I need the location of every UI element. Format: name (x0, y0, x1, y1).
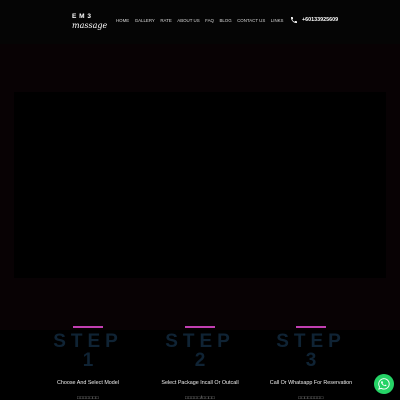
whatsapp-button[interactable] (374, 374, 394, 394)
logo-text-top: E M 3 (72, 13, 92, 20)
nav-about-us[interactable]: ABOUT US (177, 18, 199, 24)
step-description: Select Package Incall Or Outcall (161, 380, 239, 386)
phone-number: +60133925609 (302, 17, 339, 23)
step-accent-bar (296, 326, 326, 328)
nav-gallery[interactable]: GALLERY (135, 18, 155, 24)
phone-link[interactable]: +60133925609 (290, 16, 338, 24)
step-accent-bar (73, 326, 103, 328)
main-nav: HOME GALLERY RATE ABOUT US FAQ BLOG CONT… (116, 18, 283, 24)
hero-media (14, 92, 386, 278)
nav-contact-us[interactable]: CONTACT US (237, 18, 265, 24)
step-subtext: □□□□□□□ (76, 395, 100, 400)
step-subtext: □□□□□/□□□□ (184, 395, 216, 400)
logo-text-bottom: massage (72, 21, 108, 30)
nav-blog[interactable]: BLOG (219, 18, 231, 24)
phone-icon (291, 17, 297, 23)
step-1: STEP 1 Choose And Select Model □□□□□□□ (28, 326, 148, 400)
nav-faq[interactable]: FAQ (205, 18, 214, 24)
step-number: 2 (194, 350, 206, 371)
hero-section (0, 44, 400, 330)
nav-rate[interactable]: RATE (160, 18, 171, 24)
step-description: Call Or Whatsapp For Reservation (269, 380, 353, 386)
step-word: STEP (53, 331, 123, 352)
step-number: 1 (82, 350, 94, 371)
step-accent-bar (185, 326, 215, 328)
site-logo[interactable]: E M 3 massage (72, 13, 112, 31)
step-number: 3 (305, 350, 317, 371)
nav-home[interactable]: HOME (116, 18, 129, 24)
step-description: Choose And Select Model (56, 380, 120, 386)
step-2: STEP 2 Select Package Incall Or Outcall … (140, 326, 260, 400)
step-word: STEP (165, 331, 235, 352)
whatsapp-icon (378, 378, 390, 390)
nav-links[interactable]: LINKS (271, 18, 284, 24)
steps-section: STEP 1 Choose And Select Model □□□□□□□ S… (0, 326, 400, 400)
step-subtext: □□□□□□□□ (298, 395, 324, 400)
site-header: E M 3 massage HOME GALLERY RATE ABOUT US… (0, 0, 400, 44)
step-3: STEP 3 Call Or Whatsapp For Reservation … (251, 326, 371, 400)
step-word: STEP (276, 331, 346, 352)
